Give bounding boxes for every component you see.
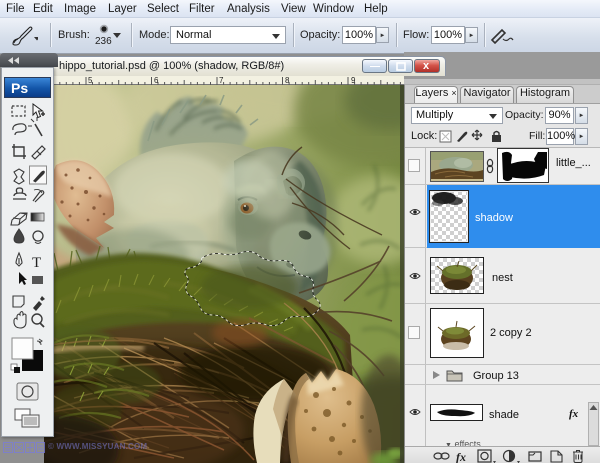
svg-text:7: 7 (219, 76, 224, 85)
svg-text:T: T (32, 255, 41, 271)
svg-text:9: 9 (351, 76, 356, 85)
svg-text:fx: fx (456, 450, 466, 463)
svg-text:© WWW.MISSYUAN.COM: © WWW.MISSYUAN.COM (48, 442, 147, 451)
svg-text:5: 5 (88, 76, 93, 85)
svg-text:8: 8 (285, 76, 290, 85)
svg-text:6: 6 (154, 76, 159, 85)
